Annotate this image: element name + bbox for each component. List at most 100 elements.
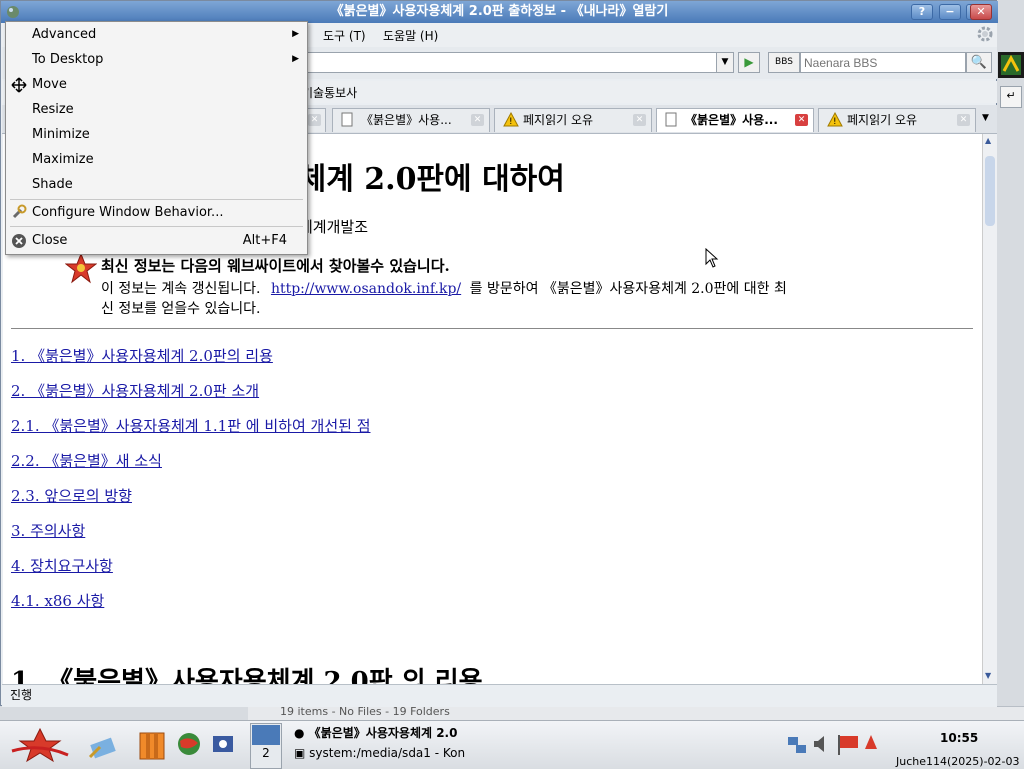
toc-link[interactable]: 2.2. 《붉은별》새 소식 (11, 450, 162, 471)
pager-desktop-1[interactable] (252, 725, 280, 745)
menu-item-label: Advanced (32, 27, 97, 42)
menu-item-shade[interactable]: Shade (6, 172, 307, 197)
tab-close-icon[interactable]: ✕ (633, 114, 646, 126)
toc-link[interactable]: 2. 《붉은별》사용자용체계 2.0판 소개 (11, 380, 259, 401)
scroll-up-icon[interactable]: ▲ (985, 136, 991, 145)
submenu-arrow-icon: ▶ (292, 54, 299, 64)
menu-item-configure[interactable]: Configure Window Behavior... (6, 200, 307, 225)
menu-item-label: Minimize (32, 127, 90, 142)
vertical-scrollbar[interactable]: ▲ ▼ (982, 134, 997, 684)
warning-icon: ! (827, 109, 843, 132)
task-label: system:/media/sda1 - Kon (309, 746, 466, 760)
menu-item-label: Move (32, 77, 67, 92)
menu-item-shortcut: Alt+F4 (242, 233, 287, 248)
scroll-down-icon[interactable]: ▼ (985, 671, 991, 680)
menu-item-label: Shade (32, 177, 73, 192)
bookmark-item[interactable]: 기술통보사 (302, 84, 357, 101)
pager-desktop-2[interactable]: 2 (251, 746, 281, 760)
menu-item-minimize[interactable]: Minimize (6, 122, 307, 147)
file-manager-icon[interactable] (138, 729, 168, 765)
toc-link[interactable]: 4.1. x86 사항 (11, 590, 104, 611)
menu-help[interactable]: 도움말 (H) (383, 27, 438, 44)
task-file-manager[interactable]: ▣ system:/media/sda1 - Kon (294, 746, 490, 766)
search-input[interactable] (800, 52, 966, 73)
menu-item-advanced[interactable]: Advanced ▶ (6, 22, 307, 47)
menu-item-resize[interactable]: Resize (6, 97, 307, 122)
window-context-menu: Advanced ▶ To Desktop ▶ Move Resize Mini… (5, 21, 308, 255)
task-label: 《붉은별》사용자용체계 2.0 (308, 726, 458, 740)
close-icon (11, 228, 27, 262)
tab-item[interactable]: ! 페지읽기 오유 ✕ (818, 108, 976, 132)
menu-item-label: Resize (32, 102, 74, 117)
tab-close-icon[interactable]: ✕ (957, 114, 970, 126)
browser-icon[interactable] (176, 731, 202, 761)
toc-link[interactable]: 2.3. 앞으로의 방향 (11, 485, 132, 506)
title-bar[interactable]: 《붉은별》사용자용체계 2.0판 출하정보 - 《내나라》열람기 ? − □ ✕ (1, 1, 998, 23)
notice-post: 를 방문하여 《붉은별》사용자용체계 2.0판에 대한 최 (469, 281, 787, 297)
divider (11, 328, 973, 329)
menu-item-maximize[interactable]: Maximize (6, 147, 307, 172)
gear-icon[interactable] (976, 25, 994, 47)
mouse-cursor-icon (705, 247, 719, 272)
flag-icon[interactable] (836, 733, 860, 759)
help-button[interactable]: ? (911, 4, 933, 20)
section-heading: 1. 《붉은별》사용자용체계 2.0판 의 리용 (11, 667, 483, 684)
taskbar: 2 ● 《붉은별》사용자용체계 2.0 ▣ system:/media/sda1… (0, 720, 1024, 769)
search-icon: 🔍 (970, 55, 988, 70)
warning-icon: ! (503, 109, 519, 132)
tab-close-icon[interactable]: ✕ (308, 114, 321, 126)
menu-item-to-desktop[interactable]: To Desktop ▶ (6, 47, 307, 72)
submenu-arrow-icon: ▶ (292, 29, 299, 39)
search-button[interactable]: 🔍 (966, 52, 992, 73)
svg-text:!: ! (509, 117, 513, 127)
volume-icon[interactable] (812, 733, 832, 759)
notice-text-line2: 신 정보를 얻을수 있습니다. (101, 301, 261, 317)
minimize-button[interactable]: − (939, 4, 961, 20)
scrollbar-thumb[interactable] (985, 156, 995, 226)
notification-icon[interactable] (862, 733, 880, 759)
status-bar: 진행 (2, 684, 997, 707)
menu-item-move[interactable]: Move (6, 72, 307, 97)
menu-item-label: Close (32, 233, 68, 248)
side-app-icon[interactable] (998, 52, 1024, 78)
page-icon (341, 109, 353, 132)
task-browser[interactable]: ● 《붉은별》사용자용체계 2.0 (294, 724, 490, 744)
page-subtitle: 체계개발조 (299, 218, 369, 236)
osandok-link[interactable]: http://www.osandok.inf.kp/ (271, 281, 461, 297)
page-title: 용체계 2.0판에 대하여 (271, 162, 565, 197)
tab-label: 페지읽기 오유 (847, 113, 918, 127)
tab-close-icon[interactable]: ✕ (471, 114, 484, 126)
network-icon[interactable] (786, 733, 808, 759)
toc-link[interactable]: 4. 장치요구사항 (11, 555, 113, 576)
toc-link[interactable]: 3. 주의사항 (11, 520, 85, 541)
tab-item[interactable]: ! 페지읽기 오유 ✕ (494, 108, 652, 132)
tab-label: 《붉은별》사용... (685, 113, 778, 127)
clock-time[interactable]: 10:55 (940, 731, 978, 745)
menu-separator (10, 226, 303, 227)
tab-item[interactable]: 《붉은별》사용... ✕ (332, 108, 490, 132)
tab-close-icon[interactable]: ✕ (795, 114, 808, 126)
url-history-dropdown[interactable]: ▼ (716, 52, 734, 73)
page-icon (665, 109, 677, 132)
menu-item-label: Configure Window Behavior... (32, 205, 224, 220)
desktop-pager[interactable]: 2 (250, 723, 282, 769)
notice-text: 이 정보는 계속 갱신됩니다. http://www.osandok.inf.k… (101, 278, 787, 298)
clock-date[interactable]: Juche114(2025)-02-03 (896, 755, 1020, 768)
browser-task-icon: ● (294, 726, 305, 740)
return-icon[interactable]: ↵ (1000, 86, 1022, 108)
tab-label: 페지읽기 오유 (523, 113, 594, 127)
url-input[interactable] (302, 52, 732, 73)
search-engine-select[interactable]: BBS (768, 52, 800, 73)
toc-link[interactable]: 2.1. 《붉은별》사용자용체계 1.1판 에 비하여 개선된 점 (11, 415, 371, 436)
menu-tools[interactable]: 도구 (T) (323, 27, 366, 44)
media-player-icon[interactable] (210, 731, 236, 761)
desktop-tool-icon[interactable] (86, 729, 118, 765)
tab-item-active[interactable]: 《붉은별》사용... ✕ (656, 108, 814, 132)
background-window-status: 19 items - No Files - 19 Folders (248, 705, 1024, 721)
start-menu-icon[interactable] (10, 725, 70, 769)
toc-link[interactable]: 1. 《붉은별》사용자용체계 2.0판의 리용 (11, 345, 273, 366)
menu-item-close[interactable]: Close Alt+F4 (6, 228, 307, 253)
go-button[interactable]: ▶ (738, 52, 760, 73)
tab-list-dropdown-icon[interactable]: ▼ (982, 113, 989, 123)
close-window-button[interactable]: ✕ (970, 4, 992, 20)
